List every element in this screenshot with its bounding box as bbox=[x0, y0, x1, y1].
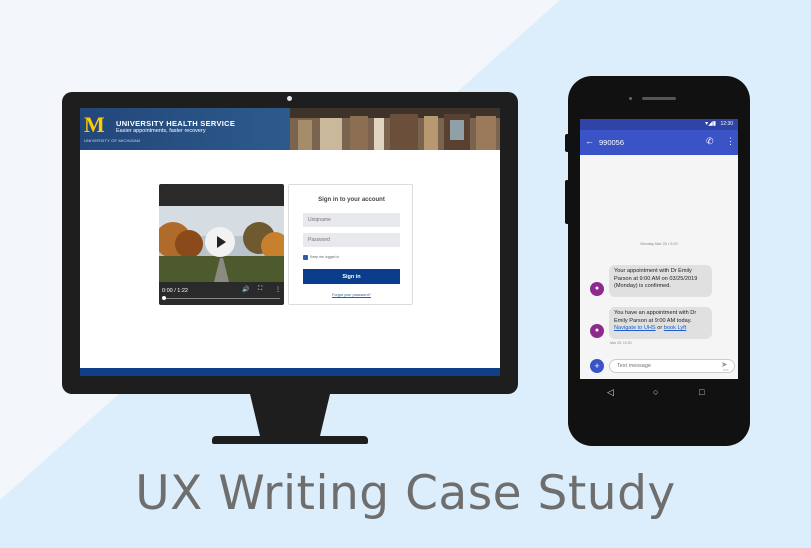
sign-in-button[interactable]: Sign in bbox=[303, 269, 400, 284]
contact-number: 990056 bbox=[599, 138, 625, 147]
android-nav-bar: ◁ ○ □ bbox=[580, 379, 738, 407]
site-title: UNIVERSITY HEALTH SERVICE bbox=[116, 119, 236, 128]
status-bar: ▾◢▮ 12:30 bbox=[580, 119, 738, 130]
um-block-m-logo[interactable]: M bbox=[84, 114, 110, 136]
book-lyft-link[interactable]: book Lyft bbox=[664, 325, 687, 331]
message-time: Mar 25, 10:20 bbox=[610, 341, 632, 345]
forgot-password-link[interactable]: Forgot your password? bbox=[289, 293, 414, 297]
login-title: Sign in to your account bbox=[318, 197, 385, 203]
nav-home-icon[interactable]: ○ bbox=[653, 387, 658, 397]
message-bubble: You have an appointment with Dr Emily Pa… bbox=[609, 307, 712, 339]
video-time: 0:00 / 1:22 bbox=[162, 288, 188, 294]
remember-me-label: Keep me logged in bbox=[310, 255, 340, 259]
navigate-to-uhs-link[interactable]: Navigate to UHS bbox=[614, 325, 656, 331]
text-message-input[interactable] bbox=[609, 359, 735, 373]
status-time: 12:30 bbox=[720, 121, 733, 127]
mobile-phone: ▾◢▮ 12:30 ← 990056 ✆ ⋮ Monday Mar 25 • 9… bbox=[565, 76, 750, 446]
more-vertical-icon[interactable]: ⋮ bbox=[275, 286, 281, 293]
phone-power-button bbox=[565, 180, 568, 224]
header-building-photo bbox=[290, 108, 500, 150]
volume-icon[interactable]: 🔊 bbox=[242, 286, 249, 293]
um-logo-subtext: UNIVERSITY OF MICHIGAN bbox=[84, 138, 141, 143]
back-arrow-icon[interactable]: ← bbox=[585, 136, 594, 146]
monitor-stand-neck bbox=[250, 394, 330, 436]
nav-recent-icon[interactable]: □ bbox=[699, 387, 704, 397]
desktop-screen: M UNIVERSITY OF MICHIGAN UNIVERSITY HEAL… bbox=[80, 108, 500, 376]
message-bubble: Your appointment with Dr Emily Parson at… bbox=[609, 265, 712, 297]
phone-front-camera bbox=[629, 97, 632, 100]
sms-label: SMS bbox=[723, 369, 729, 372]
nav-back-icon[interactable]: ◁ bbox=[607, 387, 614, 398]
send-icon[interactable]: ➤ bbox=[721, 360, 728, 369]
message-text: Your appointment with Dr Emily Parson at… bbox=[614, 268, 698, 289]
desktop-monitor: M UNIVERSITY OF MICHIGAN UNIVERSITY HEAL… bbox=[62, 92, 518, 394]
signal-battery-icon: ▾◢▮ bbox=[705, 121, 716, 127]
fullscreen-icon[interactable]: ⛶ bbox=[258, 286, 262, 293]
phone-volume-button bbox=[565, 134, 568, 152]
phone-call-icon[interactable]: ✆ bbox=[706, 136, 714, 147]
avatar-person-icon: ● bbox=[590, 324, 604, 338]
site-footer-bar bbox=[80, 368, 500, 376]
video-progress-bar[interactable] bbox=[162, 298, 280, 299]
monitor-stand-base bbox=[212, 436, 368, 444]
phone-screen: ▾◢▮ 12:30 ← 990056 ✆ ⋮ Monday Mar 25 • 9… bbox=[580, 119, 738, 379]
site-tagline: Easier appointments, faster recovery bbox=[116, 128, 206, 134]
phone-earpiece bbox=[642, 97, 676, 100]
monitor-camera bbox=[287, 96, 292, 101]
remember-me-checkbox[interactable] bbox=[303, 255, 308, 260]
play-icon[interactable] bbox=[205, 227, 235, 257]
conversation-timestamp: Monday Mar 25 • 9:20 bbox=[640, 242, 678, 246]
add-attachment-icon[interactable]: + bbox=[590, 359, 604, 373]
video-player[interactable]: 0:00 / 1:22 🔊 ⛶ ⋮ bbox=[159, 184, 284, 305]
message-joiner: or bbox=[657, 325, 663, 331]
message-text: You have an appointment with Dr Emily Pa… bbox=[614, 310, 697, 324]
password-input[interactable] bbox=[303, 233, 400, 247]
more-vertical-icon[interactable]: ⋮ bbox=[726, 136, 735, 147]
video-progress-handle[interactable] bbox=[162, 296, 166, 300]
case-study-title: UX Writing Case Study bbox=[135, 466, 676, 521]
messages-app-bar: ← 990056 ✆ ⋮ bbox=[580, 130, 738, 155]
login-card: Sign in to your account Keep me logged i… bbox=[288, 184, 413, 305]
site-header: M UNIVERSITY OF MICHIGAN UNIVERSITY HEAL… bbox=[80, 108, 500, 150]
avatar-person-icon: ● bbox=[590, 282, 604, 296]
username-input[interactable] bbox=[303, 213, 400, 227]
